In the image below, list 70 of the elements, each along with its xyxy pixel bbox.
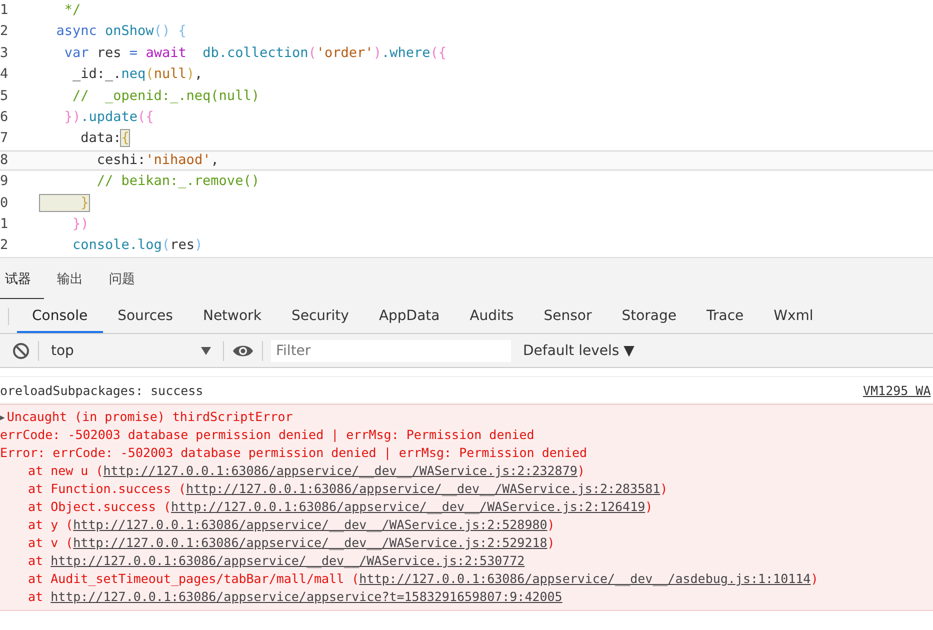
stack-link[interactable]: http://127.0.0.1:63086/appservice/__dev__/WAService.js:2:529218 <box>73 535 548 550</box>
devtools-tab[interactable]: Trace <box>692 300 759 333</box>
eye-icon[interactable] <box>232 344 254 358</box>
context-select[interactable]: top <box>47 342 215 358</box>
line-number: 3 <box>0 44 10 63</box>
closing-paren: ) <box>660 481 668 496</box>
closing-paren: ) <box>577 463 585 478</box>
code-line: // _openid:_.neq(null) <box>72 86 260 106</box>
stack-frame: at new u ( <box>28 463 104 478</box>
source-link[interactable]: VM1295 WA <box>863 382 933 398</box>
stack-link[interactable]: http://127.0.0.1:63086/appservice/appservice?t=1583291659807:9:42005 <box>50 589 562 604</box>
filter-field[interactable]: Filter <box>271 340 511 362</box>
panel-tab[interactable]: 问题 <box>96 260 148 298</box>
line-number: 1 <box>0 1 10 20</box>
devtools-tab[interactable]: Storage <box>606 300 692 333</box>
panel-tab[interactable]: 试器 <box>0 260 44 298</box>
stack-frame: at Function.success ( <box>28 481 186 496</box>
devtools-tab[interactable]: AppData <box>364 300 455 333</box>
line-number: 2 <box>0 236 10 256</box>
closing-paren: ) <box>810 571 818 586</box>
expand-arrow[interactable]: ▶ <box>0 413 7 422</box>
levels-dropdown[interactable]: Default levels ▼ <box>519 342 638 358</box>
stack-frame: at y ( <box>28 517 74 532</box>
error-message: Error: errCode: -502003 database permission denied | errMsg: Permission denied <box>0 444 588 462</box>
line-number: 1 <box>0 214 10 234</box>
stack-link[interactable]: http://127.0.0.1:63086/appservice/__dev__/WAService.js:2:232879 <box>103 463 578 478</box>
stack-frame: at v ( <box>28 535 74 550</box>
line-number: 8 <box>0 150 10 170</box>
stack-link[interactable]: http://127.0.0.1:63086/appservice/__dev__/WAService.js:2:126419 <box>171 499 646 514</box>
code-line: }) <box>72 214 90 234</box>
line-number: 7 <box>0 129 10 148</box>
stack-link[interactable]: http://127.0.0.1:63086/appservice/__dev__/asdebug.js:1:10114 <box>359 571 811 586</box>
code-line: var res = await db.collection('order').where({ <box>63 44 448 63</box>
line-number: 0 <box>0 194 10 213</box>
stack-link[interactable]: http://127.0.0.1:63086/appservice/__dev__/WAService.js:2:283581 <box>186 481 660 496</box>
line-number: 6 <box>0 108 10 127</box>
devtools-tab[interactable]: Sensor <box>528 300 607 333</box>
code-line: */ <box>63 1 82 20</box>
log-message: oreloadSubpackages: success <box>0 382 204 398</box>
clear-console-icon[interactable] <box>12 342 30 360</box>
line-number: 2 <box>0 22 10 42</box>
line-number: 9 <box>0 172 10 192</box>
devtools-tab[interactable]: Security <box>276 300 364 333</box>
error-header: Uncaught (in promise) thirdScriptError <box>6 409 293 424</box>
code-line: } <box>32 192 933 214</box>
devtools-tab[interactable]: Wxml <box>758 300 828 333</box>
stack-frame: at Audit_setTimeout_pages/tabBar/mall/mall ( <box>28 571 360 586</box>
closing-paren: ) <box>547 535 555 550</box>
devtools-tab[interactable]: Audits <box>454 300 529 333</box>
code-line: console.log(res) <box>72 236 204 256</box>
code-line: // beikan:_.remove() <box>96 172 260 192</box>
line-number: 4 <box>0 65 10 84</box>
stack-frame: at <box>28 553 51 568</box>
closing-paren: ) <box>645 499 653 514</box>
code-line: data:{ <box>80 129 130 148</box>
panel-tab[interactable]: 输出 <box>44 260 96 298</box>
code-line: }).update({ <box>63 108 155 127</box>
code-line: async onShow() { <box>55 22 188 42</box>
stack-link[interactable]: http://127.0.0.1:63086/appservice/__dev__/WAService.js:2:528980 <box>73 517 548 532</box>
stack-frame: at <box>28 589 51 604</box>
caret-icon <box>201 346 211 354</box>
devtools-tab[interactable]: Network <box>188 300 276 333</box>
devtools-tab[interactable]: Sources <box>102 300 188 333</box>
stack-link[interactable]: http://127.0.0.1:63086/appservice/__dev__/WAService.js:2:530772 <box>50 553 525 568</box>
line-number: 5 <box>0 86 10 106</box>
code-line: ceshi:'nihaod', <box>96 150 220 170</box>
error-message: errCode: -502003 database permission denied | errMsg: Permission denied <box>0 426 536 444</box>
closing-paren: ) <box>547 517 555 532</box>
code-line: _id:_.neq(null), <box>72 65 204 84</box>
stack-frame: at Object.success ( <box>28 499 171 514</box>
